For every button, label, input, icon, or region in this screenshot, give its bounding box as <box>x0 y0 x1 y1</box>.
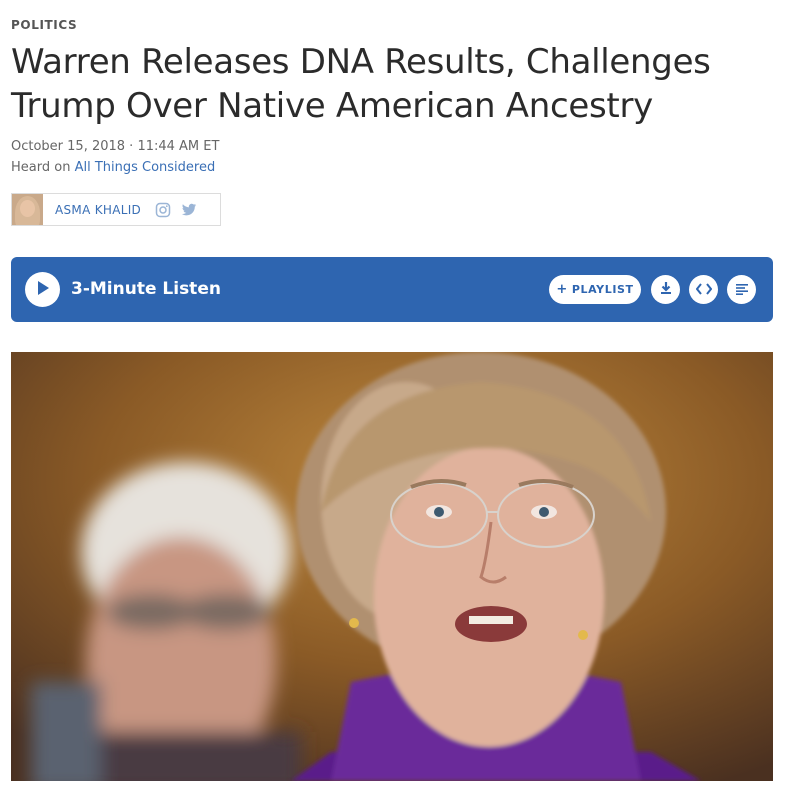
download-button[interactable] <box>651 275 680 304</box>
listen-label: 3-Minute Listen <box>71 279 221 299</box>
avatar[interactable] <box>12 194 43 225</box>
playlist-label: PLAYLIST <box>571 283 634 296</box>
play-icon <box>36 280 50 300</box>
instagram-icon[interactable] <box>155 202 171 218</box>
transcript-icon <box>735 280 749 299</box>
avatar-face <box>20 200 35 217</box>
play-button[interactable] <box>25 272 60 307</box>
playlist-button[interactable]: + PLAYLIST <box>549 275 641 304</box>
download-icon <box>659 280 673 299</box>
article-photo[interactable] <box>11 352 773 781</box>
program-link[interactable]: All Things Considered <box>75 160 216 175</box>
embed-button[interactable] <box>689 275 718 304</box>
author-link[interactable]: ASMA KHALID <box>55 203 141 217</box>
embed-icon <box>695 280 712 299</box>
article-headline: Warren Releases DNA Results, Challenges … <box>11 42 711 126</box>
transcript-button[interactable] <box>727 275 756 304</box>
section-label[interactable]: POLITICS <box>11 18 77 32</box>
heard-on-prefix: Heard on <box>11 160 71 175</box>
audio-player: 3-Minute Listen + PLAYLIST <box>11 257 773 322</box>
heard-on: Heard on All Things Considered <box>11 160 215 175</box>
byline: ASMA KHALID <box>11 193 221 226</box>
twitter-icon[interactable] <box>181 202 197 218</box>
dateline: October 15, 2018 · 11:44 AM ET <box>11 139 220 154</box>
plus-icon: + <box>556 282 568 297</box>
